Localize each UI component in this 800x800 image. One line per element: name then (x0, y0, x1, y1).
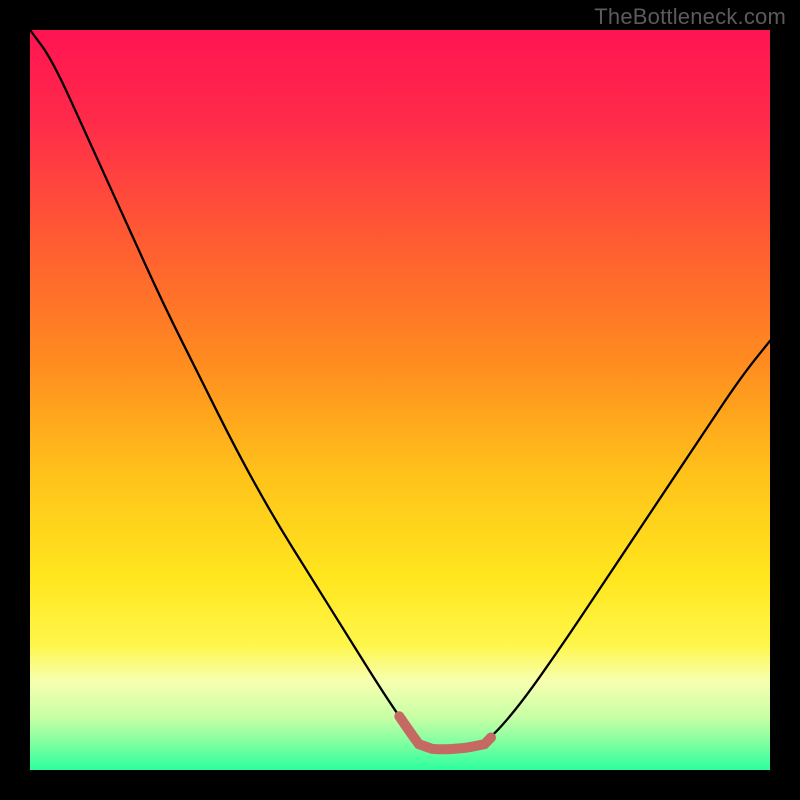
chart-frame: TheBottleneck.com (0, 0, 800, 800)
chart-svg (30, 30, 770, 770)
watermark-text: TheBottleneck.com (594, 4, 786, 30)
plot-area (30, 30, 770, 770)
background-gradient (30, 30, 770, 770)
